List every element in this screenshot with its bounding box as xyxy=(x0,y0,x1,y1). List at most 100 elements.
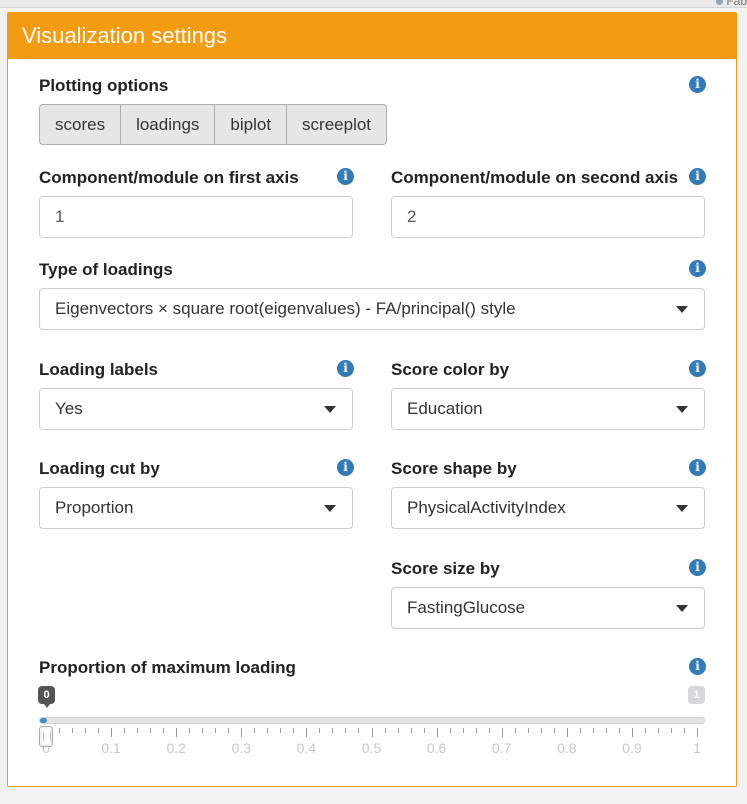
slider-major-tick xyxy=(631,728,633,737)
slider-minor-tick xyxy=(410,728,412,733)
slider-tick-label: 0.5 xyxy=(361,740,382,756)
slider-minor-tick xyxy=(488,728,490,733)
slider-minor-tick xyxy=(683,728,685,733)
slider-minor-tick xyxy=(72,728,74,733)
info-icon[interactable]: i xyxy=(337,360,354,377)
slider-tick-label: 0.2 xyxy=(166,740,186,756)
score-color-by-label: Score color by xyxy=(391,360,510,379)
first-axis-input[interactable]: 1 xyxy=(39,196,353,238)
slider-minor-tick xyxy=(384,728,386,733)
score-size-by-select[interactable]: FastingGlucose xyxy=(391,587,705,629)
slider-minor-tick xyxy=(592,728,594,733)
slider-minor-tick xyxy=(202,728,204,733)
tab-icon xyxy=(716,0,724,5)
slider-track[interactable] xyxy=(39,717,705,724)
loading-labels-value: Yes xyxy=(55,399,83,418)
type-of-loadings-label: Type of loadings xyxy=(39,260,173,279)
second-axis-value: 2 xyxy=(407,207,417,226)
slider-minor-tick xyxy=(475,728,477,733)
score-size-by-label: Score size by xyxy=(391,559,500,578)
second-axis-label: Component/module on second axis xyxy=(391,168,679,187)
slider-minor-tick xyxy=(618,728,620,733)
info-icon[interactable]: i xyxy=(689,559,706,576)
slider-minor-tick xyxy=(228,728,230,733)
loading-labels-label: Loading labels xyxy=(39,360,159,379)
slider-minor-tick xyxy=(670,728,672,733)
slider-major-tick xyxy=(697,728,698,737)
plotting-options-group: scores loadings biplot screeplot xyxy=(39,104,388,145)
slider-minor-tick xyxy=(293,728,295,733)
slider-minor-tick xyxy=(553,728,555,733)
slider-major-tick xyxy=(306,728,308,737)
slider-minor-tick xyxy=(527,728,529,733)
slider-tick-label: 0.8 xyxy=(557,740,577,756)
type-of-loadings-select[interactable]: Eigenvectors × square root(eigenvalues) … xyxy=(39,288,705,330)
score-color-by-value: Education xyxy=(407,399,483,418)
slider-max-value: 1 xyxy=(688,686,705,704)
slider-minor-tick xyxy=(98,728,100,733)
screeplot-button[interactable]: screeplot xyxy=(287,104,388,145)
slider-track-fill xyxy=(40,718,47,723)
slider-minor-tick xyxy=(254,728,256,733)
slider-major-tick xyxy=(111,728,113,737)
scores-button[interactable]: scores xyxy=(39,104,122,145)
slider-minor-tick xyxy=(137,728,139,733)
slider-minor-tick xyxy=(150,728,152,733)
slider-min-value: 0 xyxy=(38,686,55,708)
info-icon[interactable]: i xyxy=(337,168,354,185)
slider-minor-tick xyxy=(657,728,659,733)
slider-minor-tick xyxy=(579,728,581,733)
chevron-down-icon xyxy=(676,605,688,612)
slider-minor-tick xyxy=(540,728,542,733)
slider-minor-tick xyxy=(332,728,334,733)
score-size-by-value: FastingGlucose xyxy=(407,598,526,617)
first-axis-value: 1 xyxy=(55,207,65,226)
score-shape-by-select[interactable]: PhysicalActivityIndex xyxy=(391,487,705,529)
info-icon[interactable]: i xyxy=(689,168,706,185)
slider-minor-tick xyxy=(605,728,607,733)
slider-minor-tick xyxy=(514,728,516,733)
score-shape-by-label: Score shape by xyxy=(391,459,517,478)
biplot-button[interactable]: biplot xyxy=(215,104,288,145)
slider-minor-tick xyxy=(189,728,191,733)
info-icon[interactable]: i xyxy=(689,360,706,377)
info-icon[interactable]: i xyxy=(689,76,706,93)
info-icon[interactable]: i xyxy=(689,658,706,675)
slider-tick-label: 0.7 xyxy=(491,740,512,756)
proportion-slider-label: Proportion of maximum loading xyxy=(39,658,296,677)
slider-minor-tick xyxy=(124,728,126,733)
tab-fragment-label: Fab xyxy=(726,0,747,8)
panel-title: Visualization settings xyxy=(22,23,228,48)
slider-tick-label: 0.1 xyxy=(101,740,121,756)
browser-top-strip: Fab xyxy=(0,0,747,8)
info-icon[interactable]: i xyxy=(337,459,354,476)
slider-minor-tick xyxy=(462,728,464,733)
slider-minor-tick xyxy=(423,728,425,733)
slider-handle-icon[interactable] xyxy=(39,726,53,747)
loading-cut-by-label: Loading cut by xyxy=(39,459,160,478)
slider-minor-tick xyxy=(59,728,61,733)
loadings-button[interactable]: loadings xyxy=(121,104,216,145)
slider-minor-tick xyxy=(85,728,87,733)
info-icon[interactable]: i xyxy=(689,459,706,476)
slider-minor-tick xyxy=(163,728,165,733)
info-icon[interactable]: i xyxy=(689,260,706,277)
slider-minor-tick xyxy=(267,728,269,733)
slider-major-tick xyxy=(501,728,503,737)
score-color-by-select[interactable]: Education xyxy=(391,388,705,430)
loading-labels-select[interactable]: Yes xyxy=(39,388,353,430)
slider-major-tick xyxy=(436,728,438,737)
slider-minor-tick xyxy=(215,728,217,733)
second-axis-input[interactable]: 2 xyxy=(391,196,705,238)
slider-minor-tick xyxy=(345,728,347,733)
chevron-down-icon xyxy=(676,406,688,413)
first-axis-label: Component/module on first axis xyxy=(39,168,299,187)
slider-minor-tick xyxy=(449,728,451,733)
loading-cut-by-select[interactable]: Proportion xyxy=(39,487,353,529)
chevron-down-icon xyxy=(324,505,336,512)
slider-minor-tick xyxy=(319,728,321,733)
tab-fragment: Fab xyxy=(716,0,747,8)
slider-tick-label: 0.4 xyxy=(296,740,317,756)
panel-header: Visualization settings xyxy=(8,13,736,59)
slider-major-tick xyxy=(566,728,568,737)
